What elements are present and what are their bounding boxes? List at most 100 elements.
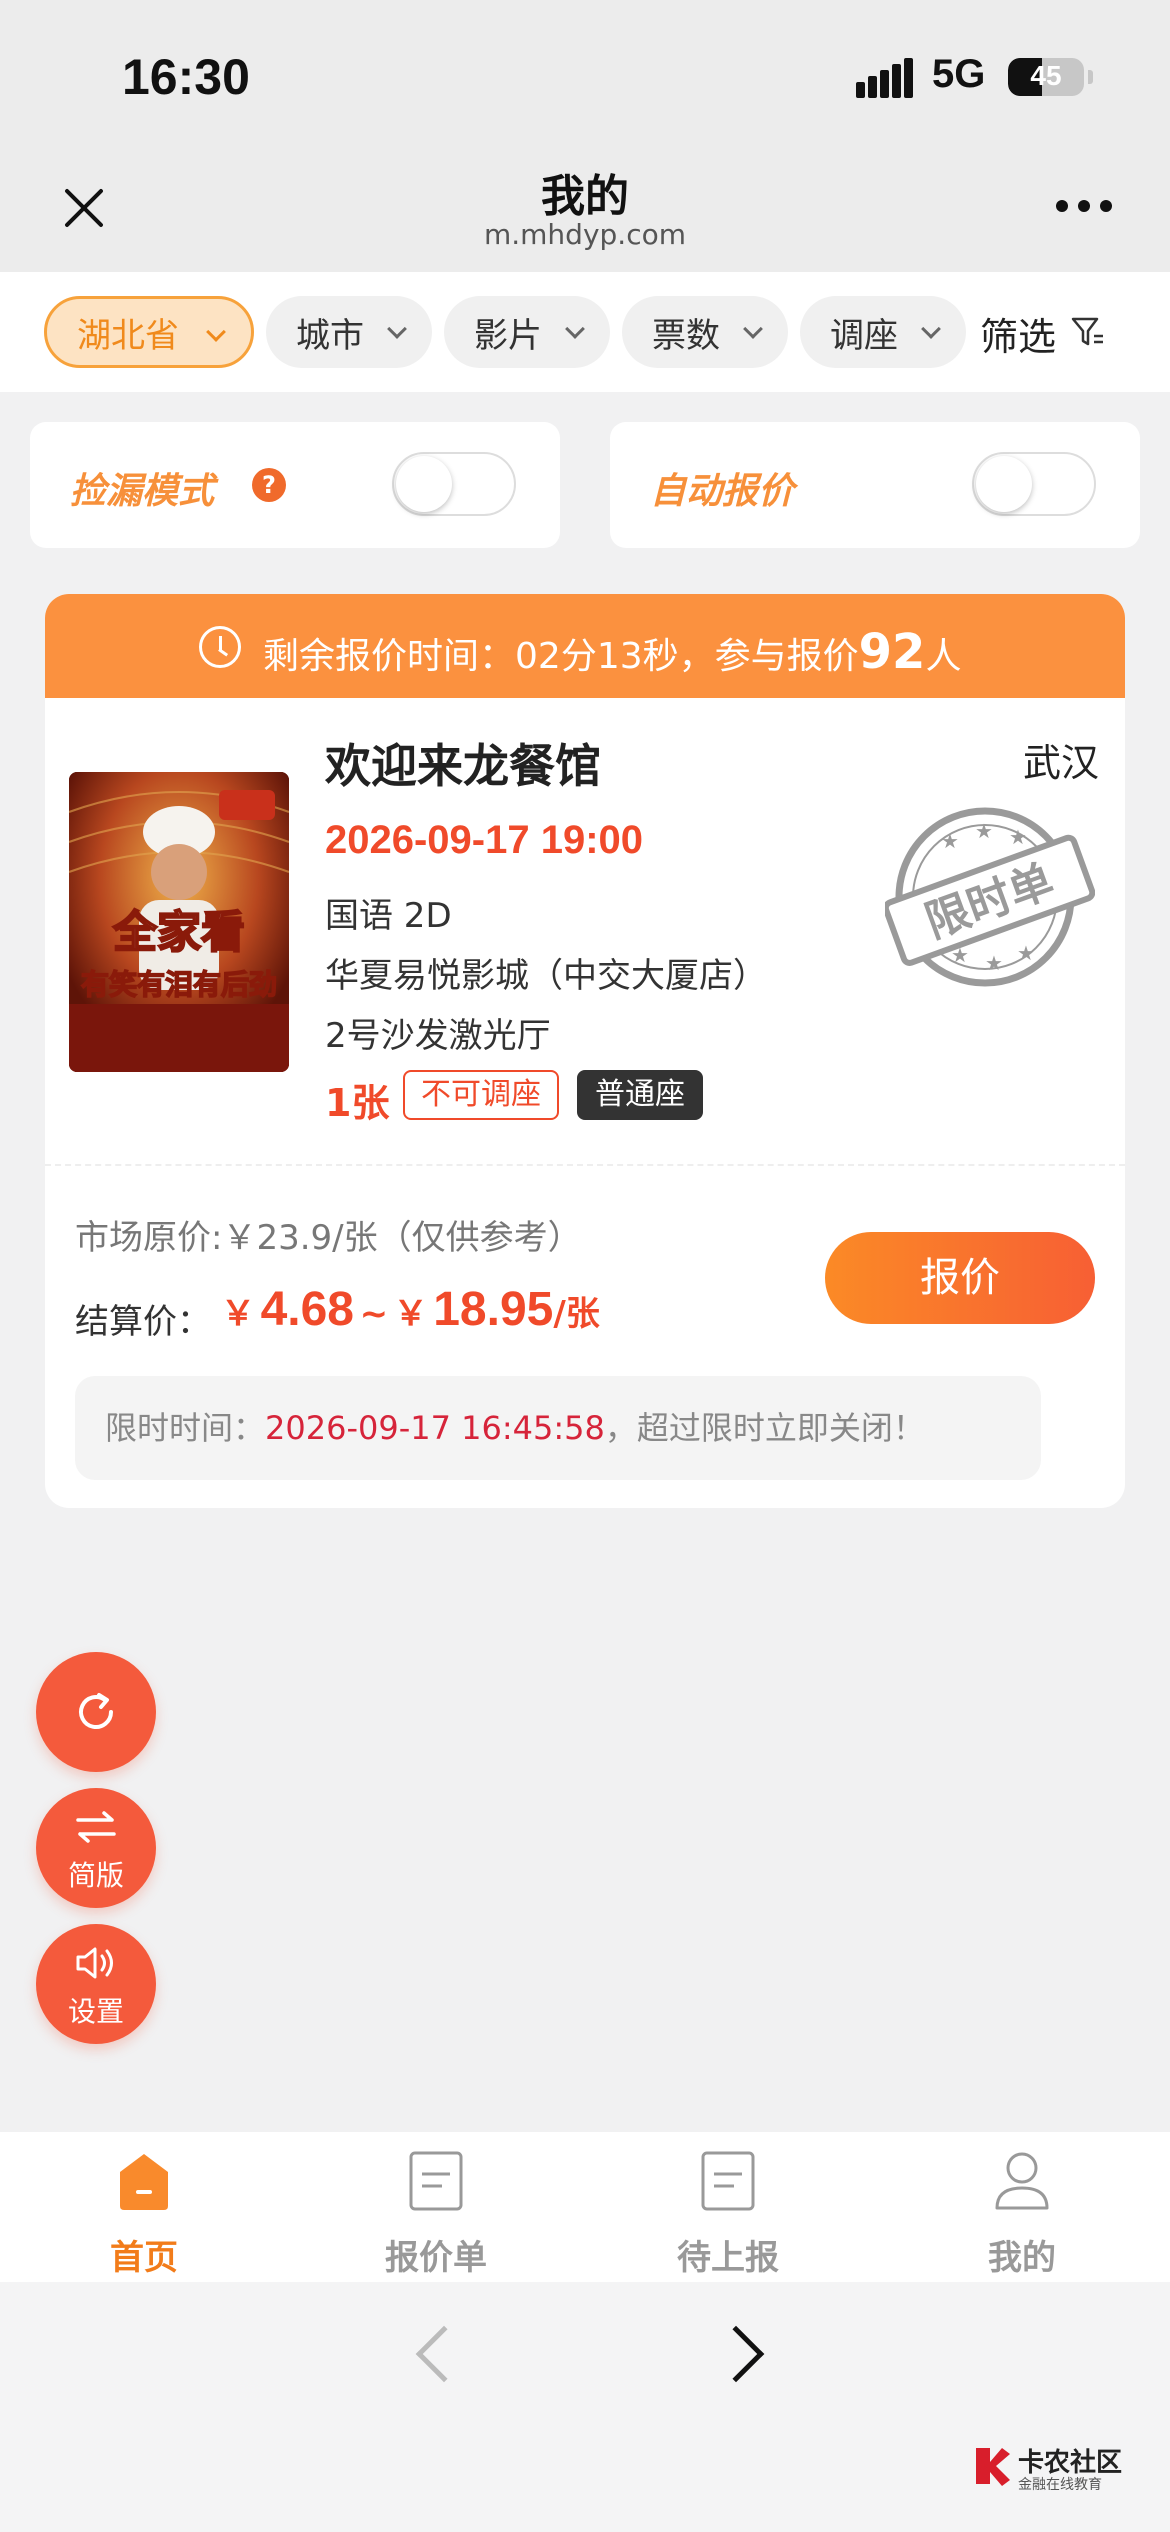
- price-unit: /张: [553, 1294, 600, 1334]
- tab-pending[interactable]: 待上报: [628, 2150, 828, 2278]
- showtime: 2026-09-17 19:00: [325, 818, 644, 862]
- more-icon[interactable]: [1056, 200, 1116, 214]
- fab-label: 简版: [67, 1859, 124, 1892]
- battery-tip: [1088, 70, 1093, 84]
- network-label: 5G: [932, 52, 986, 96]
- switch-knob: [396, 456, 452, 512]
- pick-mode-label: 捡漏模式: [70, 471, 215, 512]
- clock-icon: [199, 626, 241, 668]
- filter-chip-province[interactable]: 湖北省: [44, 296, 254, 368]
- limit-note: ，超过限时立即关闭！: [604, 1409, 925, 1447]
- seat-adjust-tag: 不可调座: [403, 1070, 559, 1120]
- fab-label: 设置: [67, 1995, 124, 2028]
- tab-label: 首页: [110, 2238, 178, 2278]
- page-url: m.mhdyp.com: [483, 218, 686, 251]
- market-price: 市场原价:￥23.9/张（仅供参考）: [75, 1218, 582, 1258]
- filter-chip-city[interactable]: 城市: [266, 296, 432, 368]
- auto-quote-card: 自动报价: [610, 422, 1140, 548]
- pick-mode-card: 捡漏模式 ?: [30, 422, 560, 548]
- help-icon[interactable]: ?: [252, 468, 286, 502]
- movie-city: 武汉: [1022, 741, 1099, 785]
- battery-level: 45: [1030, 60, 1062, 91]
- refresh-icon: [79, 1693, 113, 1729]
- range-separator: ~: [359, 1294, 389, 1334]
- settle-price-range: ￥ 4.68 ~ ￥ 18.95/张: [221, 1282, 600, 1337]
- watermark-subtext: 金融在线教育: [1018, 2477, 1102, 2493]
- filter-chip-label: 票数: [652, 315, 720, 356]
- language-format: 国语 2D: [325, 896, 452, 936]
- tab-mine[interactable]: 我的: [922, 2150, 1122, 2278]
- limit-time: 2026-09-17 16:45:58: [265, 1409, 605, 1447]
- order-card-header: 剩余报价时间：02分13秒，参与报价92人: [45, 594, 1125, 698]
- user-icon: [995, 2152, 1049, 2210]
- participants-prefix: ，参与报价: [678, 636, 859, 677]
- tab-label: 报价单: [385, 2238, 487, 2278]
- auto-quote-label: 自动报价: [650, 471, 795, 512]
- svg-text:★: ★: [941, 829, 959, 853]
- document-icon: [409, 2151, 463, 2211]
- poster-image: 全家看 有笑有泪有后劲: [69, 772, 289, 1072]
- filter-button[interactable]: 筛选: [980, 306, 1056, 361]
- filter-chip-label: 调座: [830, 315, 898, 356]
- chevron-down-icon: [206, 322, 226, 342]
- remaining-time: 02分13秒: [515, 636, 679, 677]
- chevron-down-icon: [565, 319, 585, 339]
- svg-text:★: ★: [975, 819, 993, 843]
- signal-icon: [856, 58, 914, 98]
- remaining-time-text: 剩余报价时间：02分13秒，参与报价92人: [263, 624, 961, 680]
- svg-text:★: ★: [1009, 825, 1027, 849]
- settle-label: 结算价：: [75, 1302, 211, 1342]
- movie-title: 欢迎来龙餐馆: [325, 739, 601, 793]
- settings-button[interactable]: 设置: [36, 1924, 156, 2044]
- quote-button[interactable]: 报价: [825, 1232, 1095, 1324]
- ticket-count: 1张: [325, 1081, 390, 1125]
- hall-name: 2号沙发激光厅: [325, 1016, 551, 1056]
- home-icon: [120, 2154, 168, 2210]
- limit-label: 限时时间：: [105, 1409, 266, 1447]
- filter-chip-tickets[interactable]: 票数: [622, 296, 788, 368]
- auto-quote-switch[interactable]: [972, 452, 1096, 516]
- refresh-button[interactable]: [36, 1652, 156, 1772]
- pick-mode-switch[interactable]: [392, 452, 516, 516]
- simple-mode-button[interactable]: 简版: [36, 1788, 156, 1908]
- status-time: 16:30: [122, 49, 250, 105]
- movie-poster[interactable]: 全家看 有笑有泪有后劲: [69, 772, 289, 1072]
- switch-knob: [976, 456, 1032, 512]
- watermark: 卡农社区 金融在线教育: [972, 2440, 1142, 2500]
- poster-headline: 全家看: [112, 907, 245, 958]
- filter-chip-label: 城市: [296, 315, 364, 356]
- filter-chip-movie[interactable]: 影片: [444, 296, 610, 368]
- tab-home[interactable]: 首页: [44, 2150, 244, 2278]
- chevron-down-icon: [743, 319, 763, 339]
- settle-max-price: 18.95: [433, 1283, 554, 1336]
- filter-chip-label: 湖北省: [77, 315, 179, 356]
- watermark-logo-icon: [976, 2448, 1010, 2486]
- document-icon: [701, 2151, 755, 2211]
- currency-symbol: ￥: [221, 1294, 255, 1334]
- poster-tagline: 有笑有泪有后劲: [81, 968, 277, 1001]
- filter-chip-seat-adjust[interactable]: 调座: [800, 296, 966, 368]
- tab-label: 我的: [988, 2238, 1056, 2278]
- tab-quotes[interactable]: 报价单: [336, 2150, 536, 2278]
- participants-suffix: 人: [925, 636, 962, 677]
- chevron-down-icon: [387, 319, 407, 339]
- cinema-name: 华夏易悦影城（中交大厦店）: [325, 956, 767, 996]
- order-card: 剩余报价时间：02分13秒，参与报价92人 全家看 有笑有泪有后劲 欢迎来龙餐馆…: [45, 594, 1125, 1508]
- svg-text:★: ★: [985, 951, 1003, 975]
- page-title: 我的: [541, 171, 629, 222]
- settle-min-price: 4.68: [260, 1283, 354, 1336]
- svg-text:★: ★: [1017, 941, 1035, 965]
- speaker-icon: [76, 1947, 113, 1979]
- participants-count: 92: [858, 624, 926, 680]
- seat-type-tag: 普通座: [577, 1070, 703, 1120]
- card-divider: [45, 1164, 1125, 1166]
- chevron-down-icon: [921, 319, 941, 339]
- remaining-label: 剩余报价时间：: [263, 636, 516, 677]
- currency-symbol: ￥: [393, 1294, 428, 1334]
- time-limit-notice: 限时时间：2026-09-17 16:45:58，超过限时立即关闭！: [75, 1376, 1041, 1480]
- swap-icon: [76, 1811, 116, 1843]
- filter-icon[interactable]: [1070, 314, 1106, 350]
- limited-order-stamp: ★ ★ ★ ★ ★ ★ 限时单: [885, 807, 1095, 987]
- tab-label: 待上报: [677, 2238, 779, 2278]
- battery-icon: 45: [1008, 58, 1084, 96]
